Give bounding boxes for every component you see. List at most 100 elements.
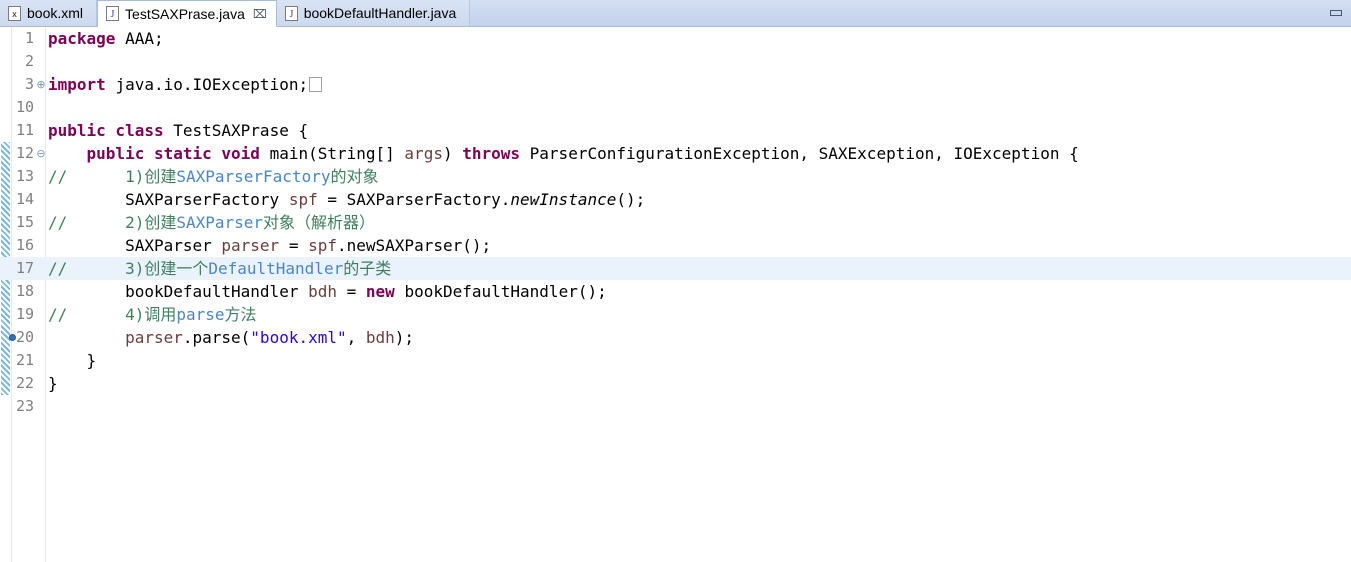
tab-label: book.xml (27, 5, 84, 21)
line-number: 20 (15, 328, 34, 346)
code-line[interactable]: 2 (0, 50, 1351, 73)
code-token: bdh (308, 282, 337, 301)
code-line[interactable]: 22} (0, 372, 1351, 395)
java-file-icon: J (284, 5, 299, 21)
code-token: AAA; (125, 29, 164, 48)
code-token: spf (288, 190, 318, 209)
code-editor[interactable]: 1 package AAA; 2 3 ⊕ import java.io.IOExcepti… (0, 27, 1351, 562)
code-line[interactable]: 11 public class TestSAXPrase { (0, 119, 1351, 142)
code-token: 方法 (224, 305, 257, 324)
code-text: // 4)调用parse方法 (48, 303, 1351, 326)
code-token: ) (442, 144, 463, 163)
code-token: // (48, 259, 68, 278)
code-line[interactable]: 10 (0, 96, 1351, 119)
code-text: SAXParserFactory spf = SAXParserFactory.… (48, 188, 1351, 211)
tab-label: TestSAXPrase.java (125, 5, 245, 22)
code-line[interactable]: 18 bookDefaultHandler bdh = new bookDefa… (0, 280, 1351, 303)
code-line[interactable]: 23 (0, 395, 1351, 418)
code-token: 1)创建 (67, 167, 177, 186)
editor-tab-bar: x book.xml J TestSAXPrase.java ⌧ J bookD… (0, 0, 1351, 27)
code-text: import java.io.IOException; (48, 73, 1351, 96)
code-token: } (48, 374, 58, 393)
code-token: throws (462, 144, 530, 163)
code-token: DefaultHandler (208, 259, 344, 278)
close-icon[interactable]: ⌧ (253, 8, 267, 20)
tab-bookdefaulthandler-java[interactable]: J bookDefaultHandler.java (276, 0, 471, 26)
code-token: import (48, 75, 116, 94)
code-line[interactable]: 3 ⊕ import java.io.IOException; (0, 73, 1351, 96)
fold-expand-icon[interactable]: ⊕ (36, 73, 46, 96)
line-number: 15 (15, 213, 34, 231)
code-token: bookDefaultHandler(); (404, 282, 607, 301)
line-number: 10 (15, 98, 34, 116)
code-token: SAXParserFactory (48, 190, 289, 209)
code-token: "book.xml" (250, 328, 347, 347)
code-token: bdh (365, 328, 395, 347)
tab-book-xml[interactable]: x book.xml (0, 0, 98, 26)
code-token: TestSAXPrase { (173, 121, 309, 140)
code-token: = (279, 236, 309, 255)
code-line[interactable]: 13 // 1)创建SAXParserFactory的对象 (0, 165, 1351, 188)
code-text: // 3)创建一个DefaultHandler的子类 (48, 257, 1351, 280)
line-number: 23 (15, 397, 34, 415)
collapsed-import-icon[interactable] (309, 77, 323, 92)
code-token: SAXParser (176, 213, 264, 232)
code-token: SAXParser (48, 236, 222, 255)
line-number: 12 (15, 144, 34, 162)
line-number: 22 (15, 374, 34, 392)
code-line[interactable]: 15 // 2)创建SAXParser对象（解析器） (0, 211, 1351, 234)
line-number: 18 (15, 282, 34, 300)
code-line[interactable]: 1 package AAA; (0, 27, 1351, 50)
svg-text:x: x (12, 9, 17, 19)
code-token: // (48, 305, 68, 324)
minimize-button[interactable] (1326, 5, 1346, 21)
code-token: ParserConfigurationException, SAXExcepti… (529, 144, 1079, 163)
line-number: 17 (15, 259, 34, 277)
code-token: public static void (86, 144, 270, 163)
code-line[interactable]: 17 // 3)创建一个DefaultHandler的子类 (0, 257, 1351, 280)
code-lines-container[interactable]: 1 package AAA; 2 3 ⊕ import java.io.IOExcepti… (0, 27, 1351, 562)
code-token: bookDefaultHandler (48, 282, 309, 301)
line-number: 2 (24, 52, 34, 70)
code-token: newInstance (510, 190, 617, 209)
line-number: 3 (24, 75, 34, 93)
code-token: ); (394, 328, 415, 347)
code-line[interactable]: 12 ⊖ public static void main(String[] arg… (0, 142, 1351, 165)
line-number: 14 (15, 190, 34, 208)
fold-collapse-icon[interactable]: ⊖ (36, 142, 46, 165)
tab-testsaxprase-java[interactable]: J TestSAXPrase.java ⌧ (97, 0, 277, 27)
java-file-icon: J (105, 6, 120, 21)
code-token: SAXParserFactory (176, 167, 331, 186)
line-number: 13 (15, 167, 34, 185)
code-text: // 2)创建SAXParser对象（解析器） (48, 211, 1351, 234)
code-token: } (48, 351, 97, 370)
code-line[interactable]: 19 // 4)调用parse方法 (0, 303, 1351, 326)
code-token: 4)调用 (67, 305, 177, 324)
line-number: 21 (15, 351, 34, 369)
code-line[interactable]: 14 SAXParserFactory spf = SAXParserFacto… (0, 188, 1351, 211)
tab-label: bookDefaultHandler.java (303, 5, 457, 21)
code-token: spf (308, 236, 337, 255)
code-text: public class TestSAXPrase { (48, 119, 1351, 142)
code-text: public static void main(String[] args) t… (48, 142, 1351, 165)
code-token: parser (221, 236, 280, 255)
xml-file-icon: x (7, 5, 22, 21)
code-token: 的对象 (330, 167, 379, 186)
svg-text:J: J (289, 9, 293, 20)
code-token: 3)创建一个 (67, 259, 209, 278)
code-token: .parse( (182, 328, 251, 347)
code-line[interactable]: 16 SAXParser parser = spf.newSAXParser()… (0, 234, 1351, 257)
code-line[interactable]: 21 } (0, 349, 1351, 372)
tab-bar-filler (470, 0, 1326, 26)
code-token: , (346, 328, 366, 347)
code-text: bookDefaultHandler bdh = new bookDefault… (48, 280, 1351, 303)
code-line[interactable]: 20 parser.parse("book.xml", bdh); (0, 326, 1351, 349)
code-token: 的子类 (343, 259, 392, 278)
code-text: // 1)创建SAXParserFactory的对象 (48, 165, 1351, 188)
code-token: // (48, 213, 68, 232)
code-text: } (48, 349, 1351, 372)
